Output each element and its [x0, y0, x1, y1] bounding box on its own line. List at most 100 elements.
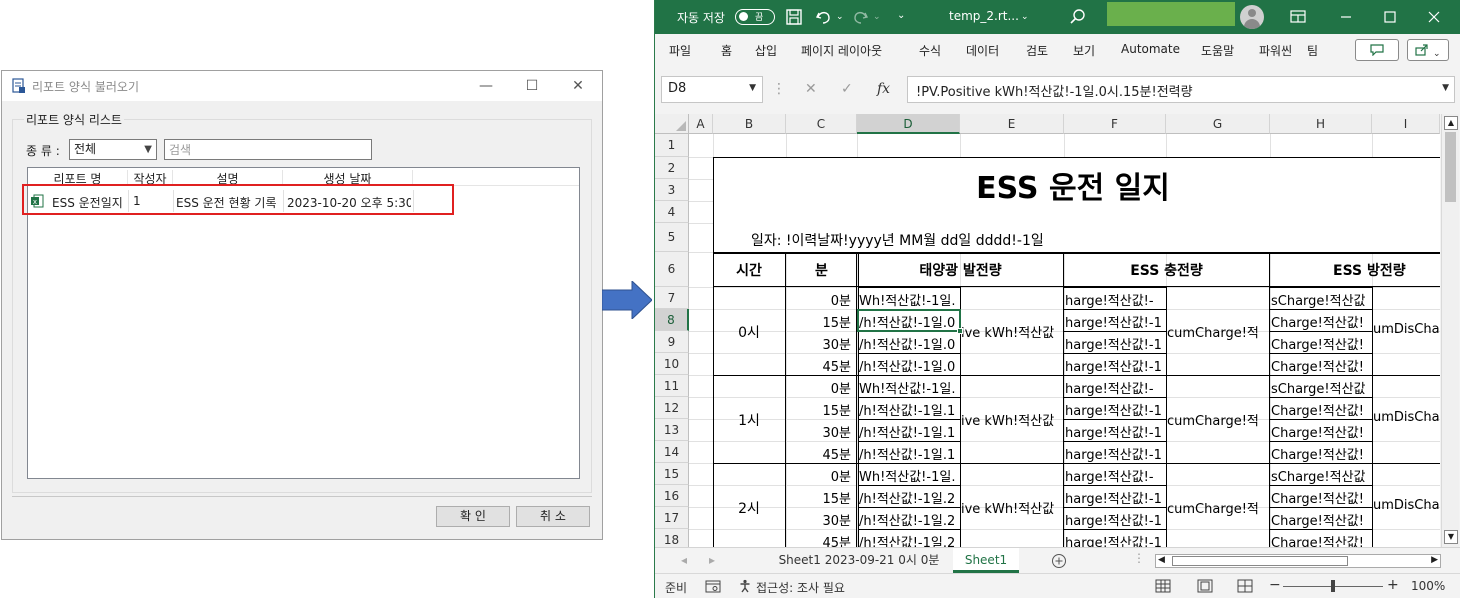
zoom-out-icon[interactable]: − — [1269, 577, 1281, 593]
type-dropdown[interactable]: 전체 ▼ — [69, 139, 157, 160]
column-header-b[interactable]: B — [713, 114, 786, 134]
ok-button[interactable]: 확 인 — [436, 506, 510, 527]
tab-data[interactable]: 데이터 — [966, 42, 999, 59]
pv-cell: /h!적산값!-1일.0 — [859, 338, 956, 353]
name-box[interactable]: D8 ▼ — [661, 76, 763, 103]
scroll-up-icon[interactable]: ▲ — [1444, 116, 1458, 130]
row-header-3[interactable]: 3 — [655, 179, 689, 201]
row-header-11[interactable]: 11 — [655, 375, 689, 397]
tab-automate[interactable]: Automate — [1121, 42, 1180, 56]
save-icon[interactable] — [783, 7, 805, 27]
row-header-8[interactable]: 8 — [655, 309, 689, 331]
column-header-g[interactable]: G — [1166, 114, 1270, 134]
row-header-1[interactable]: 1 — [655, 134, 689, 157]
normal-view-icon[interactable] — [1155, 579, 1171, 593]
tab-file[interactable]: 파일 — [669, 42, 691, 59]
tab-page-layout[interactable]: 페이지 레이아웃 — [801, 42, 882, 59]
tab-view[interactable]: 보기 — [1073, 42, 1095, 59]
maximize-icon[interactable] — [1379, 7, 1401, 27]
scroll-thumb[interactable] — [1445, 132, 1456, 202]
close-button[interactable]: ✕ — [558, 75, 598, 97]
tab-home[interactable]: 홈 — [721, 42, 732, 59]
redo-dropdown-icon[interactable]: ⌄ — [873, 12, 881, 22]
filename-dropdown-icon[interactable]: ⌄ — [1021, 12, 1029, 22]
zoom-slider-thumb[interactable] — [1331, 580, 1335, 592]
redo-icon[interactable] — [849, 7, 871, 27]
macro-record-icon[interactable] — [705, 580, 721, 593]
minimize-icon[interactable] — [1335, 7, 1357, 27]
enter-icon[interactable]: ✓ — [841, 81, 853, 97]
tab-formulas[interactable]: 수식 — [919, 42, 941, 59]
row-header-6[interactable]: 6 — [655, 252, 689, 287]
tab-review[interactable]: 검토 — [1026, 42, 1048, 59]
tab-team[interactable]: 팀 — [1307, 42, 1318, 59]
page-break-view-icon[interactable] — [1237, 579, 1253, 593]
share-button[interactable]: ⌄ — [1407, 39, 1449, 61]
minimize-button[interactable]: — — [466, 75, 506, 97]
cancel-icon[interactable]: ✕ — [805, 81, 817, 97]
tab-help[interactable]: 도움말 — [1201, 42, 1234, 59]
customize-toolbar-icon[interactable]: ⌄ — [897, 10, 905, 21]
next-sheet-icon[interactable]: ▸ — [709, 553, 715, 567]
insert-function-icon[interactable]: fx — [877, 81, 890, 97]
column-header-f[interactable]: F — [1064, 114, 1166, 134]
row-header-2[interactable]: 2 — [655, 157, 689, 179]
row-header-12[interactable]: 12 — [655, 397, 689, 419]
account-name[interactable] — [1107, 2, 1235, 26]
comments-button[interactable] — [1355, 39, 1399, 61]
cancel-button[interactable]: 취 소 — [516, 506, 590, 527]
scroll-down-icon[interactable]: ▼ — [1444, 530, 1458, 544]
hscroll-thumb[interactable] — [1172, 556, 1348, 566]
row-header-4[interactable]: 4 — [655, 201, 689, 223]
row-header-13[interactable]: 13 — [655, 419, 689, 441]
accessibility-status[interactable]: 접근성: 조사 필요 — [756, 579, 845, 596]
column-header-h[interactable]: H — [1270, 114, 1372, 134]
tab-split-icon[interactable]: ⋮ — [1133, 551, 1145, 565]
discharge-cell: Charge!적산값! — [1271, 404, 1364, 419]
row-header-15[interactable]: 15 — [655, 463, 689, 485]
column-header-e[interactable]: E — [960, 114, 1064, 134]
worksheet-grid[interactable]: ABCDEFGHI 1 2 3 4 5 6 7 8 9 10 11 12 13 14 15 16 17 18 ES… — [655, 114, 1440, 547]
accessibility-icon[interactable] — [739, 579, 753, 593]
autosave-toggle[interactable]: 끔 — [735, 9, 775, 25]
search-icon[interactable] — [1067, 7, 1089, 27]
row-header-14[interactable]: 14 — [655, 441, 689, 463]
select-all-corner[interactable] — [655, 114, 689, 134]
prev-sheet-icon[interactable]: ◂ — [681, 553, 687, 567]
page-layout-view-icon[interactable] — [1197, 579, 1213, 593]
formula-text: !PV.Positive kWh!적산값!-1일.0시.15분!전력량 — [916, 85, 1193, 100]
column-header-d[interactable]: D — [857, 114, 960, 134]
row-header-16[interactable]: 16 — [655, 485, 689, 507]
comment-icon — [1370, 44, 1384, 57]
row-header-17[interactable]: 17 — [655, 507, 689, 529]
fill-handle[interactable] — [957, 328, 963, 334]
row-header-18[interactable]: 18 — [655, 529, 689, 547]
tab-powersheet[interactable]: 파워씬 — [1259, 42, 1292, 59]
horizontal-scrollbar[interactable]: ◀ ▶ — [1155, 554, 1441, 568]
maximize-button[interactable]: ☐ — [512, 75, 552, 97]
search-input[interactable] — [164, 139, 372, 160]
zoom-level[interactable]: 100% — [1411, 579, 1445, 593]
close-icon[interactable] — [1423, 7, 1445, 27]
zoom-in-icon[interactable]: + — [1387, 577, 1399, 593]
group-label: 리포트 양식 리스트 — [24, 111, 124, 128]
column-header-a[interactable]: A — [689, 114, 713, 134]
formula-input[interactable]: !PV.Positive kWh!적산값!-1일.0시.15분!전력량 ▼ — [907, 76, 1455, 103]
row-header-5[interactable]: 5 — [655, 223, 689, 252]
ribbon-display-icon[interactable] — [1287, 7, 1309, 27]
column-header-c[interactable]: C — [786, 114, 857, 134]
row-header-10[interactable]: 10 — [655, 353, 689, 375]
column-header-i[interactable]: I — [1372, 114, 1440, 134]
avatar[interactable] — [1240, 5, 1264, 29]
scroll-right-icon[interactable]: ▶ — [1431, 555, 1438, 565]
undo-icon[interactable] — [813, 7, 835, 27]
sheet-tab-history[interactable]: Sheet1 2023-09-21 0시 0분 — [765, 548, 953, 573]
scroll-left-icon[interactable]: ◀ — [1158, 555, 1165, 565]
tab-insert[interactable]: 삽입 — [755, 42, 777, 59]
vertical-scrollbar[interactable]: ▲ ▼ — [1441, 114, 1459, 547]
row-header-9[interactable]: 9 — [655, 331, 689, 353]
row-header-7[interactable]: 7 — [655, 287, 689, 309]
sheet-tab-active[interactable]: Sheet1 — [953, 548, 1019, 573]
add-sheet-icon[interactable] — [1051, 553, 1067, 569]
undo-dropdown-icon[interactable]: ⌄ — [836, 12, 844, 22]
